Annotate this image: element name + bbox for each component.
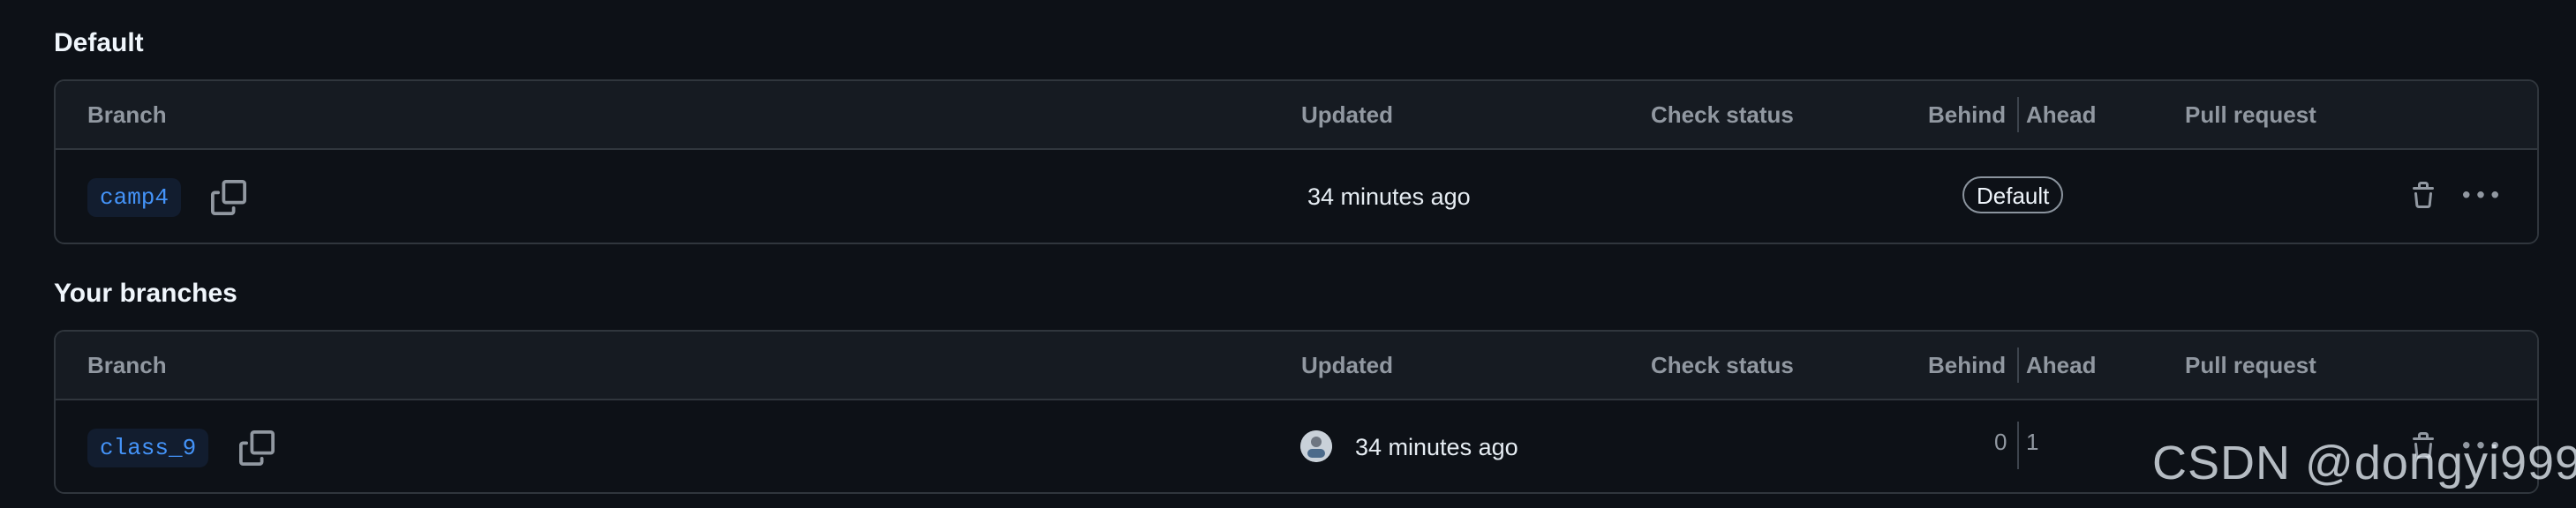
updated-time: 34 minutes ago <box>1355 434 1518 460</box>
column-ahead: Ahead <box>2026 101 2097 128</box>
column-branch: Branch <box>87 352 167 378</box>
avatar[interactable] <box>1300 430 1332 462</box>
watermark: CSDN @dongyi999 <box>2152 437 2576 489</box>
column-pull-request: Pull request <box>2185 101 2316 128</box>
kebab-menu-icon[interactable] <box>2463 178 2498 213</box>
column-check-status: Check status <box>1651 352 1794 378</box>
copy-icon[interactable] <box>239 430 275 466</box>
branch-link[interactable]: camp4 <box>87 178 182 217</box>
column-updated: Updated <box>1301 101 1393 128</box>
behind-ahead-divider <box>2017 97 2019 132</box>
updated-time: 34 minutes ago <box>1307 183 1471 210</box>
branch-link[interactable]: class_9 <box>87 429 209 467</box>
table-header: Branch Updated Check status Behind Ahead… <box>56 81 2537 150</box>
column-pull-request: Pull request <box>2185 352 2316 378</box>
trash-icon[interactable] <box>2409 182 2437 210</box>
column-check-status: Check status <box>1651 101 1794 128</box>
table-header: Branch Updated Check status Behind Ahead… <box>56 332 2537 400</box>
behind-ahead-divider <box>2017 422 2019 469</box>
table-row: camp4 34 minutes ago Default <box>56 150 2537 242</box>
section-title-your-branches: Your branches <box>54 279 237 308</box>
default-branch-table: Branch Updated Check status Behind Ahead… <box>54 79 2539 244</box>
column-behind: Behind <box>1928 352 2007 378</box>
behind-ahead-divider <box>2017 347 2019 383</box>
copy-icon[interactable] <box>211 180 246 215</box>
column-behind: Behind <box>1928 101 2007 128</box>
column-updated: Updated <box>1301 352 1393 378</box>
column-branch: Branch <box>87 101 167 128</box>
behind-count: 0 <box>1994 429 2007 455</box>
section-title-default: Default <box>54 28 144 57</box>
column-ahead: Ahead <box>2026 352 2097 378</box>
default-badge: Default <box>1962 176 2064 213</box>
ahead-count: 1 <box>2026 429 2039 455</box>
